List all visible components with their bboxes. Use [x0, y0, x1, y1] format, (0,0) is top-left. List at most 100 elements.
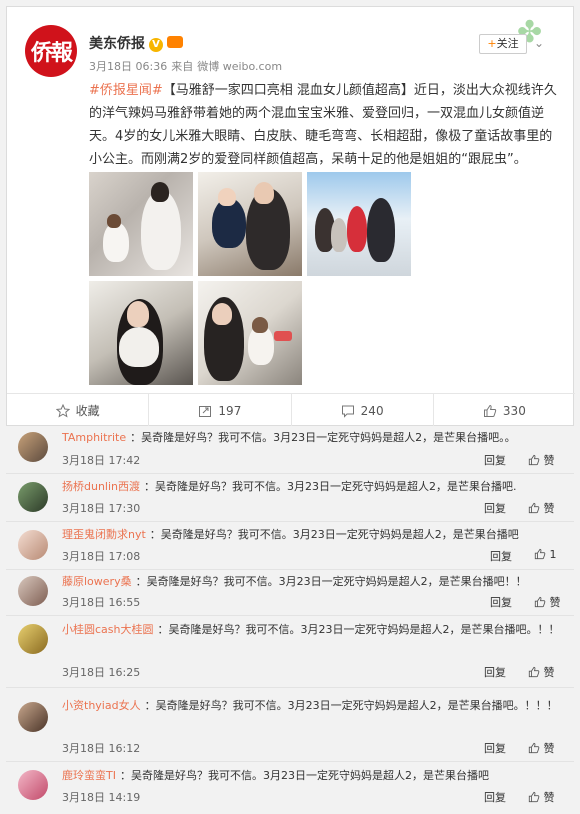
comment-text: 扬桥dunlin西渡 ：吴奇隆是好鸟？我可不信。3月23日一定死守妈妈是超人2，是… — [62, 476, 562, 498]
photo-thumbnail[interactable] — [89, 172, 193, 276]
comment-icon — [341, 405, 354, 418]
commenter-avatar[interactable] — [18, 530, 48, 560]
commenter-name[interactable]: 小资thyiad女人 — [62, 699, 141, 712]
comment-text: 理歪鬼闭勳求nyt ：吴奇隆是好鸟？我可不信。3月23日一定死守妈妈是超人2，是芒… — [62, 524, 562, 546]
comment-item: 理歪鬼闭勳求nyt ：吴奇隆是好鸟？我可不信。3月23日一定死守妈妈是超人2，是芒… — [6, 522, 574, 570]
comment-body: ：吴奇隆是好鸟？我可不信。3月23日一定死守妈妈是超人2，是芒果台播吧 — [119, 769, 489, 782]
commenter-name[interactable]: TAmphitrite — [62, 431, 126, 444]
commenter-avatar[interactable] — [18, 576, 48, 606]
comment-like-button[interactable]: 赞 — [528, 740, 555, 756]
comment-time: 3月18日 17:42 — [62, 454, 141, 467]
like-button[interactable]: 330 — [434, 394, 575, 427]
comment-like-button[interactable]: 赞 — [528, 500, 555, 516]
comment-like-count: 赞 — [543, 502, 555, 515]
comment-like-count: 赞 — [543, 454, 555, 467]
vip-icon — [167, 36, 183, 48]
reply-button[interactable]: 回复 — [484, 740, 506, 756]
post-action-bar: 收藏 197 240 330 — [7, 393, 575, 427]
comment-text: 小桂圆cash大桂圆 ：吴奇隆是好鸟？我可不信。3月23日一定死守妈妈是超人2，是… — [62, 619, 562, 641]
source-prefix: 来自 — [171, 60, 194, 73]
favorite-button[interactable]: 收藏 — [7, 394, 150, 427]
thumb-up-icon — [534, 596, 546, 608]
chevron-down-icon[interactable]: ⌄ — [534, 36, 544, 50]
favorite-label: 收藏 — [75, 404, 100, 418]
comment-like-count: 赞 — [543, 791, 555, 804]
follow-button[interactable]: +关注 — [479, 34, 527, 54]
reply-button[interactable]: 回复 — [490, 594, 512, 610]
comment-like-count: 赞 — [543, 666, 555, 679]
repost-icon — [199, 405, 212, 417]
commenter-name[interactable]: 鹿玲蛮蛮TI — [62, 769, 116, 782]
thumb-up-icon — [528, 742, 540, 754]
author-name-text[interactable]: 美东侨报 — [89, 36, 145, 52]
comment-item: TAmphitrite ：吴奇隆是好鸟？我可不信。3月23日一定死守妈妈是超人2，… — [6, 426, 574, 474]
comment-body: ：吴奇隆是好鸟？我可不信。3月23日一定死守妈妈是超人2，是芒果台播吧 — [149, 528, 519, 541]
reply-button[interactable]: 回复 — [484, 664, 506, 680]
commenter-name[interactable]: 理歪鬼闭勳求nyt — [62, 528, 146, 541]
post-text: #侨报星闻#【马雅舒一家四口亮相 混血女儿颜值超高】近日，淡出大众视线许久的洋气… — [89, 79, 565, 171]
thumb-up-icon — [528, 666, 540, 678]
commenter-avatar[interactable] — [18, 702, 48, 732]
plus-icon: + — [487, 37, 497, 50]
comment-time: 3月18日 17:30 — [62, 502, 141, 515]
photo-thumbnail[interactable] — [307, 172, 411, 276]
comment-like-count: 赞 — [549, 596, 561, 609]
comment-time: 3月18日 16:25 — [62, 666, 141, 679]
weibo-post-card: ✤ 侨報 美东侨报 V 3月18日 06:36 来自 微博 weibo.com +关注… — [6, 6, 575, 427]
commenter-avatar[interactable] — [18, 770, 48, 800]
comment-like-button[interactable]: 赞 — [534, 594, 561, 610]
photo-thumbnail[interactable] — [198, 172, 302, 276]
comment-body: ：吴奇隆是好鸟？我可不信。3月23日一定死守妈妈是超人2，是芒果台播吧。！！ — [157, 623, 560, 636]
photo-thumbnail[interactable] — [198, 281, 302, 385]
thumb-up-icon — [528, 454, 540, 466]
reply-button[interactable]: 回复 — [484, 789, 506, 805]
like-count: 330 — [502, 403, 526, 418]
repost-button[interactable]: 197 — [149, 394, 292, 427]
commenter-avatar[interactable] — [18, 432, 48, 462]
comment-list: TAmphitrite ：吴奇隆是好鸟？我可不信。3月23日一定死守妈妈是超人2，… — [6, 426, 574, 814]
comment-like-button[interactable]: 赞 — [528, 664, 555, 680]
follow-label: 关注 — [496, 37, 519, 50]
star-icon — [55, 403, 70, 418]
comment-like-button[interactable]: 赞 — [528, 452, 555, 468]
comment-like-count: 1 — [549, 548, 557, 561]
reply-button[interactable]: 回复 — [490, 548, 512, 564]
reply-button[interactable]: 回复 — [484, 452, 506, 468]
post-date[interactable]: 3月18日 06:36 — [89, 60, 167, 73]
comment-body: ：吴奇隆是好鸟？我可不信。3月23日一定死守妈妈是超人2，是芒果台播吧。。 — [130, 431, 516, 444]
comment-time: 3月18日 16:12 — [62, 742, 141, 755]
comment-time: 3月18日 17:08 — [62, 550, 141, 563]
comment-body: ：吴奇隆是好鸟？我可不信。3月23日一定死守妈妈是超人2，是芒果台播吧！！ — [135, 575, 527, 588]
commenter-avatar[interactable] — [18, 624, 48, 654]
comment-text: 小资thyiad女人 ：吴奇隆是好鸟？我可不信。3月23日一定死守妈妈是超人2，是… — [62, 695, 562, 717]
post-source[interactable]: 微博 weibo.com — [197, 60, 282, 73]
commenter-name[interactable]: 扬桥dunlin西渡 — [62, 480, 140, 493]
comment-body: ：吴奇隆是好鸟？我可不信。3月23日一定死守妈妈是超人2，是芒果台播吧. — [144, 480, 517, 493]
comment-like-button[interactable]: 赞 — [528, 789, 555, 805]
commenter-avatar[interactable] — [18, 482, 48, 512]
reply-button[interactable]: 回复 — [484, 500, 506, 516]
comment-item: 扬桥dunlin西渡 ：吴奇隆是好鸟？我可不信。3月23日一定死守妈妈是超人2，是… — [6, 474, 574, 522]
comment-count: 240 — [360, 403, 384, 418]
topic-link[interactable]: #侨报星闻# — [89, 83, 163, 98]
thumb-up-icon — [534, 548, 546, 560]
photo-thumbnail[interactable] — [89, 281, 193, 385]
author-avatar[interactable]: 侨報 — [25, 25, 77, 77]
comment-item: 藤原lowery桑 ：吴奇隆是好鸟？我可不信。3月23日一定死守妈妈是超人2，是芒… — [6, 570, 574, 616]
comment-like-count: 赞 — [543, 742, 555, 755]
comment-body: ：吴奇隆是好鸟？我可不信。3月23日一定死守妈妈是超人2，是芒果台播吧。！！！ — [144, 699, 558, 712]
comment-time: 3月18日 14:19 — [62, 791, 141, 804]
thumb-up-icon — [528, 502, 540, 514]
comment-text: 藤原lowery桑 ：吴奇隆是好鸟？我可不信。3月23日一定死守妈妈是超人2，是芒… — [62, 571, 562, 593]
comment-item: 鹿玲蛮蛮TI ：吴奇隆是好鸟？我可不信。3月23日一定死守妈妈是超人2，是芒果台播… — [6, 762, 574, 814]
commenter-name[interactable]: 小桂圆cash大桂圆 — [62, 623, 154, 636]
comment-button[interactable]: 240 — [292, 394, 434, 427]
verified-icon: V — [149, 38, 163, 52]
comment-text: 鹿玲蛮蛮TI ：吴奇隆是好鸟？我可不信。3月23日一定死守妈妈是超人2，是芒果台播… — [62, 765, 562, 787]
comment-like-button[interactable]: 1 — [534, 548, 557, 561]
commenter-name[interactable]: 藤原lowery桑 — [62, 575, 132, 588]
author-name[interactable]: 美东侨报 V — [89, 33, 183, 53]
thumb-up-icon — [483, 404, 497, 417]
thumb-up-icon — [528, 791, 540, 803]
comment-item: 小桂圆cash大桂圆 ：吴奇隆是好鸟？我可不信。3月23日一定死守妈妈是超人2，是… — [6, 616, 574, 688]
